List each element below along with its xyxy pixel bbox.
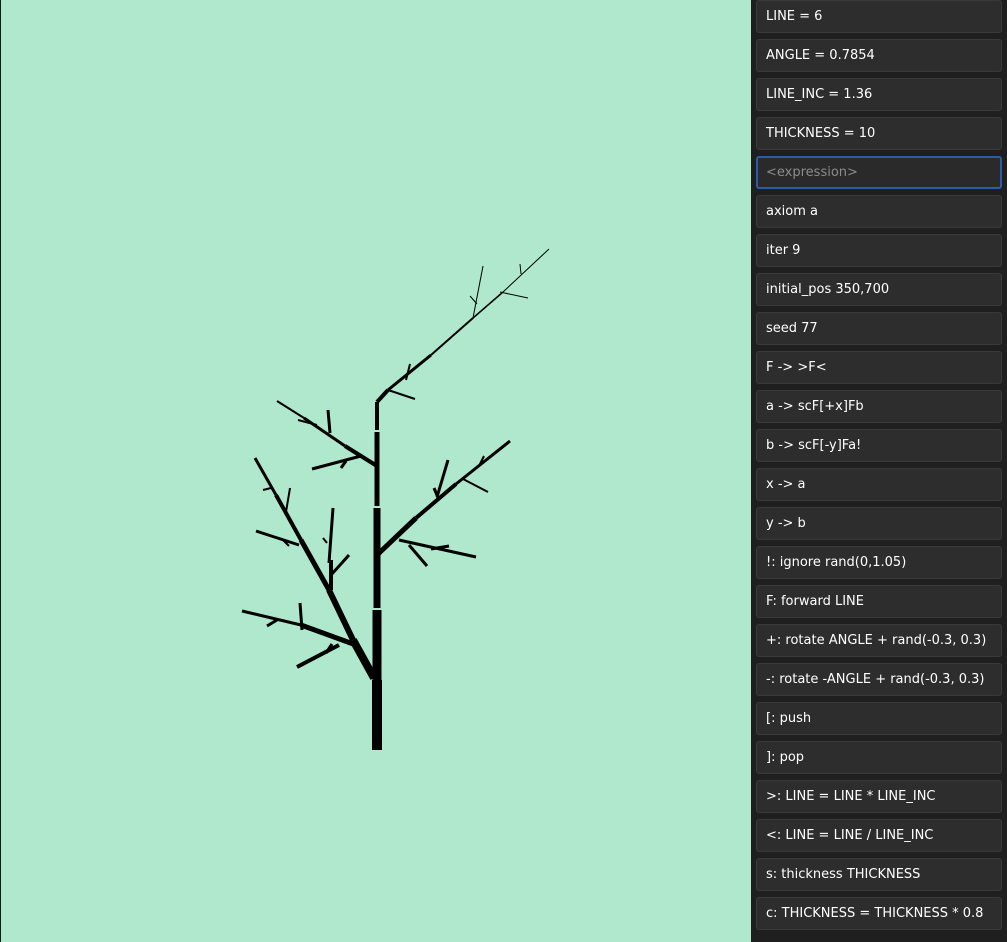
tree-branch	[519, 263, 522, 275]
rule-item[interactable]: <: LINE = LINE / LINE_INC	[756, 819, 1002, 852]
rule-item-label: LINE = 6	[766, 9, 823, 24]
rule-item-label: <: LINE = LINE / LINE_INC	[766, 828, 934, 843]
tree-branch	[499, 291, 529, 299]
rule-item[interactable]: ANGLE = 0.7854	[756, 39, 1002, 72]
tree-branch	[349, 638, 378, 680]
rule-item-label: THICKNESS = 10	[766, 126, 876, 141]
rule-item[interactable]: +: rotate ANGLE + rand(-0.3, 0.3)	[756, 624, 1002, 657]
rule-item[interactable]: s: thickness THICKNESS	[756, 858, 1002, 891]
tree-branch	[298, 602, 304, 631]
rule-item-label: x -> a	[766, 477, 806, 492]
rule-item-label: [: push	[766, 711, 812, 726]
rule-item[interactable]: x -> a	[756, 468, 1002, 501]
tree-branch	[455, 439, 511, 486]
rule-item[interactable]: THICKNESS = 10	[756, 117, 1002, 150]
rule-item-label: iter 9	[766, 243, 801, 258]
rule-item[interactable]: b -> scF[-y]Fa!	[756, 429, 1002, 462]
rule-item-label: +: rotate ANGLE + rand(-0.3, 0.3)	[766, 633, 987, 648]
tree-branch	[327, 507, 335, 564]
tree-branch	[326, 409, 332, 434]
rule-item-label: c: THICKNESS = THICKNESS * 0.8	[766, 906, 984, 921]
tree-branch	[296, 643, 340, 669]
tree-branch	[276, 400, 305, 419]
tree-branch	[311, 454, 362, 471]
tree-branch	[329, 553, 351, 577]
tree-branch	[407, 544, 429, 567]
rule-item[interactable]: -: rotate -ANGLE + rand(-0.3, 0.3)	[756, 663, 1002, 696]
rule-item-label: F: forward LINE	[766, 594, 864, 609]
rule-item-label: y -> b	[766, 516, 806, 531]
tree-branch	[322, 537, 328, 544]
rule-item-label: LINE_INC = 1.36	[766, 87, 873, 102]
expression-input[interactable]	[766, 158, 986, 187]
rule-item[interactable]: ]: pop	[756, 741, 1002, 774]
rule-item[interactable]: initial_pos 350,700	[756, 273, 1002, 306]
tree-branch	[375, 516, 418, 557]
rule-item[interactable]: F -> >F<	[756, 351, 1002, 384]
tree-branch	[266, 618, 278, 628]
rule-item-label: !: ignore rand(0,1.05)	[766, 555, 907, 570]
rule-item-label: axiom a	[766, 204, 818, 219]
tree-branch	[387, 389, 416, 400]
tree-branch	[375, 388, 390, 404]
rule-item-label: b -> scF[-y]Fa!	[766, 438, 862, 453]
rule-item-label: seed 77	[766, 321, 818, 336]
tree-branch	[285, 487, 291, 513]
rule-item[interactable]: y -> b	[756, 507, 1002, 540]
rule-item-label: F -> >F<	[766, 360, 827, 375]
rule-item[interactable]: >: LINE = LINE * LINE_INC	[756, 780, 1002, 813]
rule-item-label: ]: pop	[766, 750, 805, 765]
drawing-canvas[interactable]	[0, 0, 751, 942]
tree-branch	[502, 248, 550, 293]
rule-item[interactable]: seed 77	[756, 312, 1002, 345]
rule-item-label: s: thickness THICKNESS	[766, 867, 921, 882]
lsystem-tree-drawing	[241, 248, 550, 750]
rule-item[interactable]: [: push	[756, 702, 1002, 735]
rule-item[interactable]: LINE_INC = 1.36	[756, 78, 1002, 111]
rule-item[interactable]: F: forward LINE	[756, 585, 1002, 618]
expression-input-row[interactable]	[756, 156, 1002, 189]
tree-branch	[262, 487, 272, 491]
tree-branch	[255, 529, 300, 547]
rule-item-label: -: rotate -ANGLE + rand(-0.3, 0.3)	[766, 672, 985, 687]
tree-branch	[430, 317, 474, 356]
tree-branch	[298, 538, 332, 592]
rule-item-label: a -> scF[+x]Fb	[766, 399, 864, 414]
rule-item-label: initial_pos 350,700	[766, 282, 890, 297]
tree-branch	[387, 353, 432, 392]
rule-item[interactable]: !: ignore rand(0,1.05)	[756, 546, 1002, 579]
tree-branch	[326, 588, 356, 642]
rule-item[interactable]: iter 9	[756, 234, 1002, 267]
rule-item[interactable]: a -> scF[+x]Fb	[756, 390, 1002, 423]
rule-item-label: >: LINE = LINE * LINE_INC	[766, 789, 936, 804]
rule-item[interactable]: LINE = 6	[756, 0, 1002, 33]
lsystem-config-panel: LINE = 6 ANGLE = 0.7854 LINE_INC = 1.36 THI…	[751, 0, 1007, 942]
rule-item-label: ANGLE = 0.7854	[766, 48, 875, 63]
rule-item[interactable]: axiom a	[756, 195, 1002, 228]
tree-branch	[462, 478, 489, 493]
rule-item[interactable]: c: THICKNESS = THICKNESS * 0.8	[756, 897, 1002, 930]
tree-branch	[469, 295, 478, 305]
